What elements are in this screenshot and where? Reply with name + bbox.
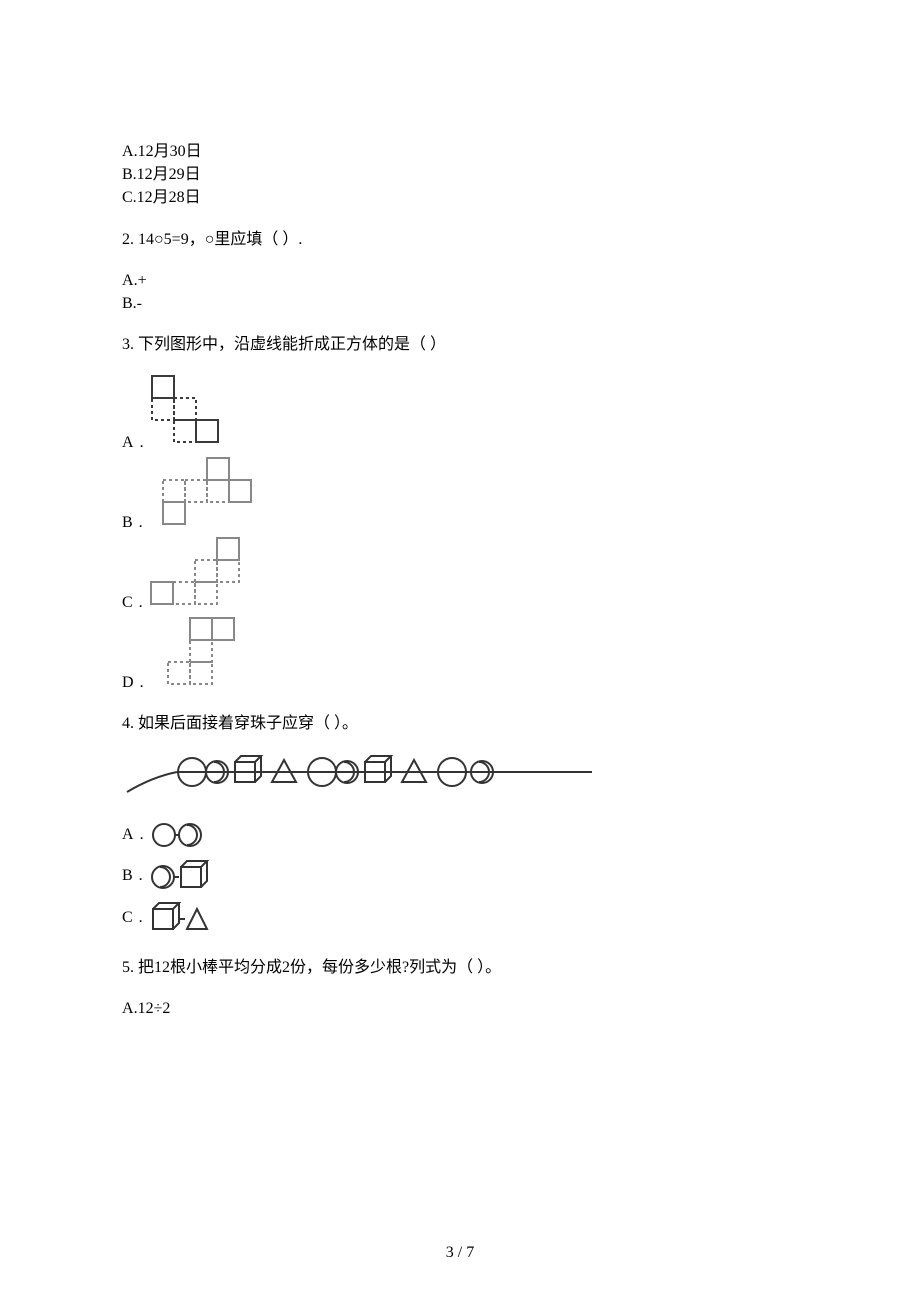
- option-text: .+: [134, 272, 147, 289]
- cube-net-a-icon: [150, 374, 230, 454]
- option-label: D: [122, 671, 134, 694]
- q5-stem: 5. 把12根小棒平均分成2份，每份多少根?列式为（ ）。: [122, 956, 798, 979]
- question-number: 3.: [122, 336, 134, 353]
- q2-stem: 2. 14○5=9，○里应填（ ）.: [122, 228, 798, 251]
- option-label: A: [122, 272, 134, 289]
- option-text: .12÷2: [134, 1000, 171, 1017]
- beads-a-icon: [150, 820, 210, 850]
- option-text: .12月28日: [133, 189, 201, 206]
- q3-option-b: B.: [122, 454, 798, 534]
- q4-stem: 4. 如果后面接着穿珠子应穿（ ）。: [122, 712, 798, 735]
- option-label: B: [122, 295, 133, 312]
- question-number: 4.: [122, 715, 134, 732]
- option-dot: .: [139, 511, 143, 534]
- option-label: A: [122, 823, 134, 846]
- q4-option-a: A.: [122, 820, 798, 850]
- question-text: 下列图形中，沿虚线能折成正方体的是（ ）: [138, 336, 446, 353]
- question-number: 2.: [122, 231, 134, 248]
- question-text: 如果后面接着穿珠子应穿（ ）。: [138, 715, 358, 732]
- option-label: C: [122, 591, 133, 614]
- q1-option-b: B.12月29日: [122, 163, 798, 186]
- q1-option-c: C.12月28日: [122, 186, 798, 209]
- option-label: B: [122, 166, 133, 183]
- q3-stem: 3. 下列图形中，沿虚线能折成正方体的是（ ）: [122, 333, 798, 356]
- option-label: B: [122, 511, 133, 534]
- q4-option-b: B.: [122, 860, 798, 892]
- cube-net-c-icon: [149, 534, 249, 614]
- q3-option-d: D.: [122, 614, 798, 694]
- option-text: .-: [133, 295, 142, 312]
- bead-string-icon: [122, 742, 612, 802]
- cube-net-d-icon: [150, 614, 240, 694]
- page-number: 3 / 7: [0, 1244, 920, 1262]
- option-label: B: [122, 864, 133, 887]
- option-label: A: [122, 431, 134, 454]
- option-dot: .: [139, 864, 143, 887]
- q3-option-c: C.: [122, 534, 798, 614]
- option-dot: .: [140, 431, 144, 454]
- q2-option-a: A.+: [122, 269, 798, 292]
- question-text: 把12根小棒平均分成2份，每份多少根?列式为（ ）。: [138, 959, 501, 976]
- beads-c-icon: [149, 902, 214, 934]
- option-label: A: [122, 1000, 134, 1017]
- option-dot: .: [139, 906, 143, 929]
- option-dot: .: [140, 823, 144, 846]
- option-text: .12月30日: [134, 143, 202, 160]
- q2-option-b: B.-: [122, 292, 798, 315]
- option-dot: .: [140, 671, 144, 694]
- option-label: C: [122, 189, 133, 206]
- option-dot: .: [139, 591, 143, 614]
- cube-net-b-icon: [149, 454, 259, 534]
- page-content: A.12月30日 B.12月29日 C.12月28日 2. 14○5=9，○里应…: [0, 0, 920, 1020]
- q5-option-a: A.12÷2: [122, 997, 798, 1020]
- option-text: .12月29日: [133, 166, 201, 183]
- q1-option-a: A.12月30日: [122, 140, 798, 163]
- option-label: A: [122, 143, 134, 160]
- q3-option-a: A.: [122, 374, 798, 454]
- question-number: 5.: [122, 959, 134, 976]
- question-text: 14○5=9，○里应填（ ）.: [138, 231, 302, 248]
- q4-option-c: C.: [122, 902, 798, 934]
- beads-b-icon: [149, 860, 214, 892]
- option-label: C: [122, 906, 133, 929]
